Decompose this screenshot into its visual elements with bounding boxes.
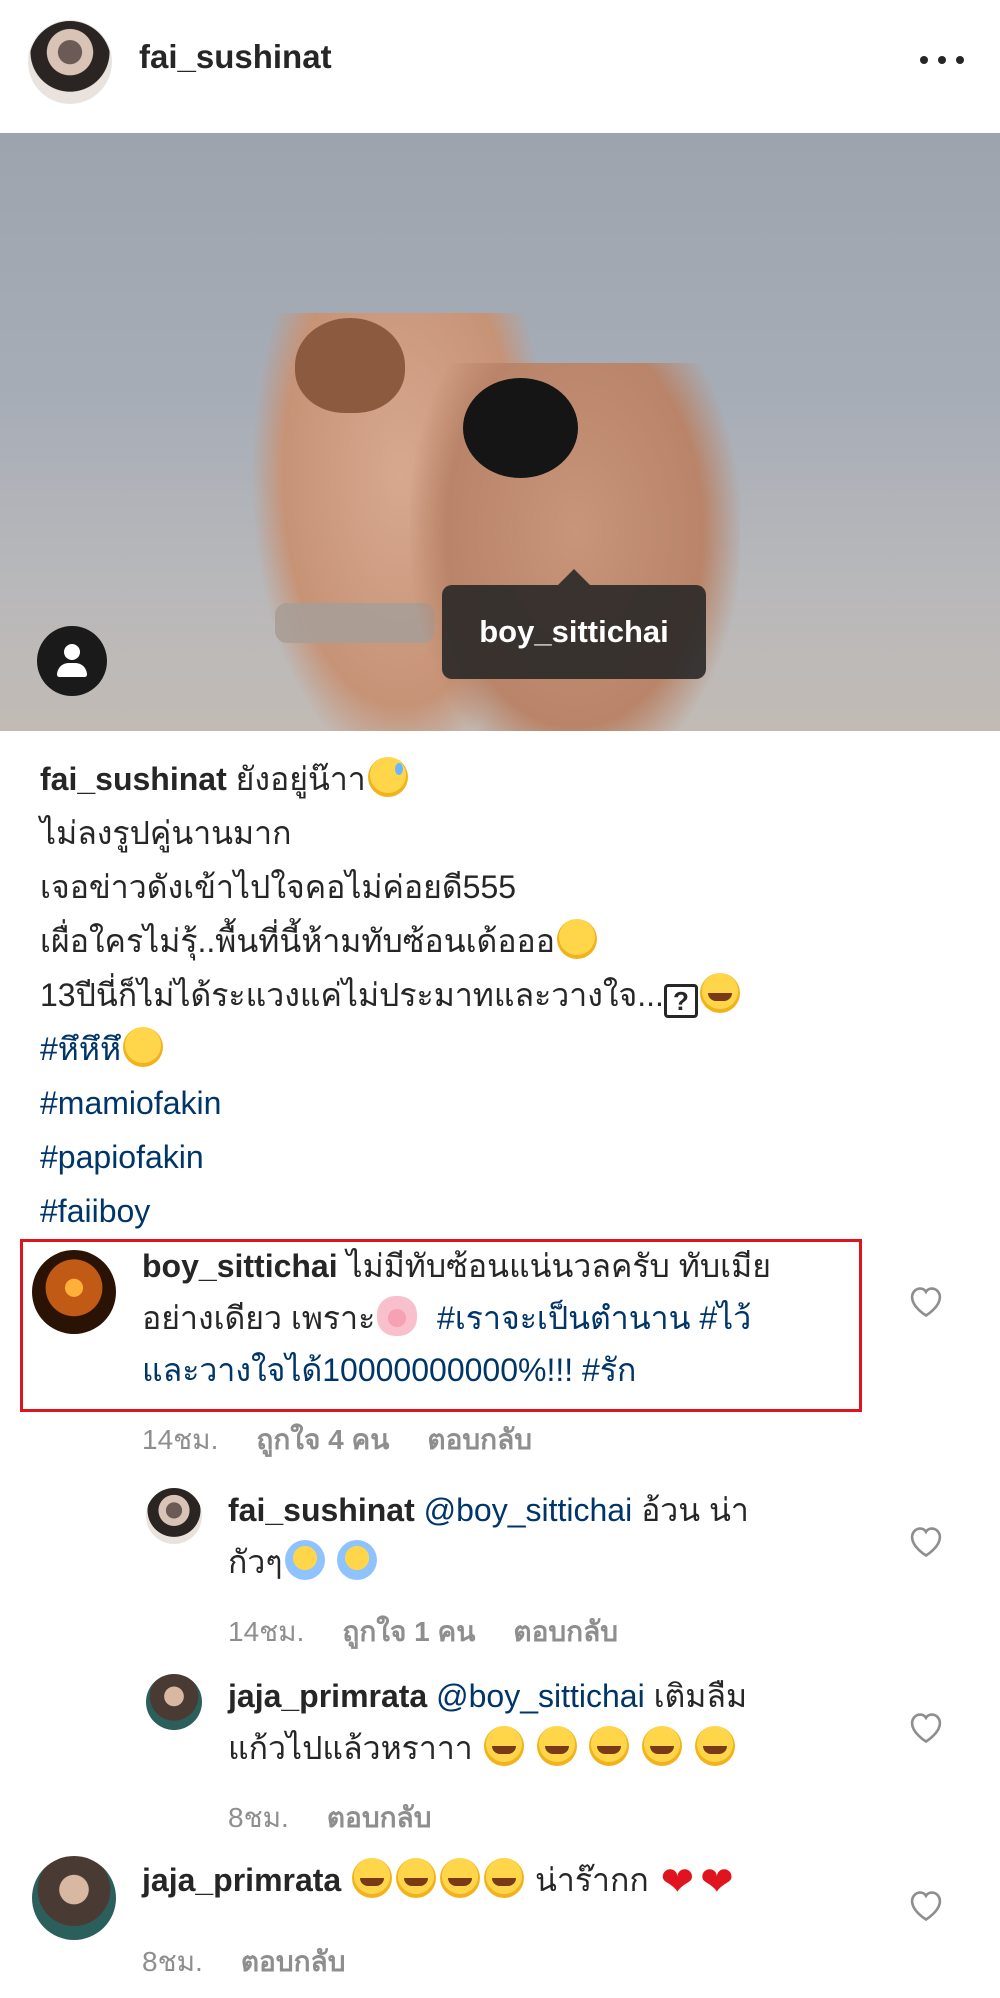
tears-of-joy-emoji-icon	[396, 1858, 437, 1898]
caption-username[interactable]: fai_sushinat	[40, 761, 227, 797]
post-username[interactable]: fai_sushinat	[139, 38, 332, 76]
comment-time: 14ชม.	[142, 1424, 219, 1455]
smirk-emoji-icon	[123, 1027, 164, 1067]
comment-username[interactable]: jaja_primrata	[142, 1862, 341, 1898]
comment: jaja_primrata น่าร๊ากก ❤ ❤ 8ชม. ตอบกลับ	[0, 1856, 1000, 1996]
red-heart-icon: ❤	[660, 1860, 695, 1904]
pig-emoji-icon	[377, 1296, 418, 1336]
post-header: fai_sushinat	[0, 0, 1000, 133]
comment: boy_sittichai ไม่มีทับซ้อนแน่นวลครับ ทับ…	[0, 1240, 1000, 1460]
comment-username[interactable]: fai_sushinat	[228, 1492, 415, 1528]
red-heart-icon: ❤	[700, 1860, 734, 1904]
comment-text: เติมลืม	[653, 1678, 748, 1714]
caption-line: เจอข่าวดังเข้าไปใจคอไม่ค่อยดี555	[40, 869, 517, 905]
question-box-icon: ?	[663, 984, 698, 1018]
reply-button[interactable]: ตอบกลับ	[427, 1418, 532, 1462]
user-tag-icon[interactable]	[37, 626, 107, 696]
mention-link[interactable]: @boy_sittichai	[436, 1678, 645, 1714]
heart-icon[interactable]	[906, 1708, 946, 1744]
sweat-smile-emoji-icon	[367, 757, 408, 797]
wink-tongue-emoji-icon	[556, 919, 597, 959]
profile-avatar[interactable]	[28, 20, 112, 104]
heart-icon[interactable]	[906, 1886, 946, 1922]
photo-user-tag[interactable]: boy_sittichai	[442, 569, 706, 679]
comment-reply: jaja_primrata @boy_sittichai เติมลืม แก้…	[0, 1672, 1000, 1833]
scream-emoji-icon	[284, 1540, 325, 1580]
comment-text: น่าร๊ากก	[535, 1862, 649, 1898]
rofl-emoji-icon	[699, 973, 740, 1013]
comment-username[interactable]: jaja_primrata	[228, 1678, 427, 1714]
post-caption: fai_sushinat ยังอยู่น๊าา ไม่ลงรูปคู่นานม…	[40, 752, 960, 1238]
caption-line: 13ปีนี่ก็ไม่ได้ระแวงแค่ไม่ประมาทและวางใจ…	[40, 977, 664, 1013]
caption-line: ไม่ลงรูปคู่นานมาก	[40, 815, 292, 851]
comment-text: ไม่มีทับซ้อนแน่นวลครับ ทับเมีย	[346, 1248, 771, 1284]
photo-hair-bun	[295, 318, 405, 413]
hashtag-link[interactable]: #mamiofakin	[40, 1076, 960, 1130]
tears-of-joy-emoji-icon	[440, 1858, 481, 1898]
comment-reply: fai_sushinat @boy_sittichai อ้วน น่า กัว…	[0, 1486, 1000, 1647]
comment-text: อ้วน น่า	[641, 1492, 749, 1528]
hashtag-link[interactable]: #papiofakin	[40, 1130, 960, 1184]
hashtag-link[interactable]: #faiiboy	[40, 1184, 960, 1238]
commenter-avatar[interactable]	[146, 1674, 202, 1730]
reply-button[interactable]: ตอบกลับ	[513, 1610, 618, 1654]
comment-likes[interactable]: ถูกใจ 1 คน	[342, 1610, 475, 1654]
caption-line: เผื่อใครไม่รุ้..พื้นที่นี้ห้ามทับซ้อนเด้…	[40, 923, 555, 959]
more-options-icon[interactable]	[920, 44, 964, 74]
comment-likes[interactable]: ถูกใจ 4 คน	[256, 1418, 389, 1462]
photo-hair-dark	[463, 378, 578, 478]
hashtag-link[interactable]: #เราจะเป็นตำนาน #ไว้	[437, 1300, 751, 1336]
reply-button[interactable]: ตอบกลับ	[327, 1796, 432, 1840]
tears-of-joy-emoji-icon	[589, 1726, 630, 1766]
commenter-avatar[interactable]	[32, 1856, 116, 1940]
tears-of-joy-emoji-icon	[483, 1726, 524, 1766]
comment-time: 8ชม.	[142, 1946, 203, 1977]
mention-link[interactable]: @boy_sittichai	[424, 1492, 633, 1528]
comment-text: แก้วไปแล้วหราาา	[228, 1730, 473, 1766]
caption-first-line: ยังอยู่น๊าา	[235, 761, 366, 797]
heart-icon[interactable]	[906, 1522, 946, 1558]
comment-username[interactable]: boy_sittichai	[142, 1248, 338, 1284]
comment-time: 14ชม.	[228, 1616, 305, 1647]
tears-of-joy-emoji-icon	[642, 1726, 683, 1766]
heart-icon[interactable]	[906, 1282, 946, 1318]
comment-text: อย่างเดียว เพราะ	[142, 1300, 376, 1336]
reply-button[interactable]: ตอบกลับ	[241, 1940, 346, 1984]
tears-of-joy-emoji-icon	[695, 1726, 736, 1766]
tears-of-joy-emoji-icon	[536, 1726, 577, 1766]
tears-of-joy-emoji-icon	[484, 1858, 525, 1898]
scream-emoji-icon	[337, 1540, 378, 1580]
comment-text: กัวๆ	[228, 1544, 283, 1580]
comment-time: 8ชม.	[228, 1802, 289, 1833]
commenter-avatar[interactable]	[32, 1250, 116, 1334]
hashtag-link[interactable]: #หึหึหึ	[40, 1031, 121, 1067]
hashtag-link[interactable]: และวางใจได้10000000000%!!! #รัก	[142, 1352, 636, 1388]
commenter-avatar[interactable]	[146, 1488, 202, 1544]
tears-of-joy-emoji-icon	[352, 1858, 393, 1898]
